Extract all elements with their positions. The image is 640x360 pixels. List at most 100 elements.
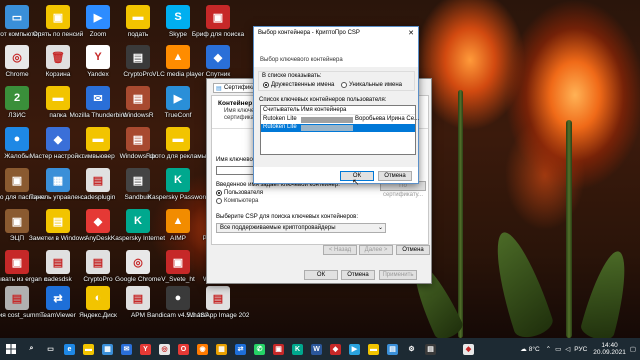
ok-properties-button[interactable]: ОК — [304, 270, 338, 280]
taskbar-chrome-icon[interactable]: ◎ — [155, 338, 174, 360]
language-indicator[interactable]: РУС — [574, 346, 587, 353]
dialog-titlebar: Выбор контейнера - КриптоПро CSP ✕ — [254, 27, 418, 39]
weather-text[interactable]: 8°C — [529, 346, 540, 353]
apply-button[interactable]: Применить — [379, 270, 417, 280]
paint-icon: ▣ — [273, 343, 284, 355]
desktop-icon-label: WhatsApp Image 2021... — [187, 312, 249, 319]
cancel-properties-button[interactable]: Отмена — [341, 270, 375, 280]
radio-unchecked-icon — [216, 198, 222, 204]
next-button[interactable]: Далее > — [359, 245, 393, 255]
notepad-icon: ▤ — [387, 343, 398, 355]
tray: ☁ 8°C ⌃ ▭ ◁ РУС 14:40 20.09.2021 ▢ — [520, 342, 640, 356]
desktop: ▭Этот компьютер◎Chrome2ЛЗИС●Жалобы▣фото … — [0, 0, 640, 338]
chevron-down-icon: ⌄ — [377, 225, 383, 231]
redacted-name-block — [301, 125, 353, 131]
firefox-icon: ◉ — [197, 343, 208, 355]
radio-unique-label: Уникальные имена — [349, 82, 403, 88]
taskbar-taskview-icon[interactable]: ▭ — [41, 338, 60, 360]
dialog-cancel-button[interactable]: Отмена — [378, 171, 412, 181]
radio-friendly-names[interactable]: Дружественные имена — [263, 82, 334, 88]
row-container-name: Воробьева Ирина Се... — [355, 116, 420, 122]
chevron-up-icon[interactable]: ⌃ — [546, 345, 551, 353]
taskbar-kaspersky-icon[interactable]: K — [288, 338, 307, 360]
taskbar-store-icon[interactable]: ▦ — [98, 338, 117, 360]
csp-select-value: Все поддерживаемые криптопровайдеры — [220, 225, 336, 231]
taskbar-yandex-icon[interactable]: Y — [136, 338, 155, 360]
dialog-title: Выбор контейнера - КриптоПро CSP — [258, 30, 360, 36]
desktop-icon-label: Бриф для поиска — [191, 31, 245, 38]
taskbar-opera-icon[interactable]: O — [174, 338, 193, 360]
weather-icon[interactable]: ☁ — [520, 345, 527, 353]
taskbar-settings-icon[interactable]: ⚙ — [402, 338, 421, 360]
app-icon: ▤ — [425, 343, 436, 355]
taskbar-search-icon[interactable]: ⌕ — [22, 338, 41, 360]
image-icon: ▤ — [206, 286, 230, 310]
show-group-box: В списке показывать: Дружественные имена… — [258, 71, 415, 91]
cancel-wizard-button[interactable]: Отмена — [396, 245, 430, 255]
container-list-label: Список ключевых контейнеров пользователя… — [259, 97, 387, 103]
clock-date: 20.09.2021 — [593, 349, 626, 356]
store-icon: ▦ — [102, 343, 113, 355]
taskbar-cryptopro-active-icon[interactable]: ◆ — [459, 338, 478, 360]
windows-icon[interactable] — [0, 338, 22, 360]
radio-checked-icon — [216, 190, 222, 196]
notification-icon[interactable]: ▢ — [630, 345, 636, 353]
radio-unchecked-icon — [341, 82, 347, 88]
close-icon[interactable]: ✕ — [408, 29, 414, 37]
pdf-icon: ▣ — [5, 250, 29, 274]
radio-user[interactable]: Пользователя — [216, 190, 263, 196]
volume-icon[interactable]: ◁ — [565, 345, 570, 353]
tulip-stem — [458, 90, 463, 338]
taskbar-teamviewer-icon[interactable]: ⇄ — [231, 338, 250, 360]
whatsapp-icon: ✆ — [254, 343, 265, 355]
taskbar-mosaic-icon[interactable]: ▦ — [212, 338, 231, 360]
table-row[interactable]: Rutoken Lite — [261, 124, 415, 132]
taskbar-notepad-icon[interactable]: ▤ — [383, 338, 402, 360]
teamviewer-icon: ⇄ — [235, 343, 246, 355]
taskbar: ⌕ ▭ e ▬ ▦ ✉ Y ◎ O ◉ ▦ ⇄ ✆ ▣ K W ◆ ▶ ▬ ▤ ⚙ ▤ ◆ ☁ 8°C ⌃ ▭ ◁ РУС … — [0, 338, 640, 360]
yandex-icon: Y — [140, 343, 151, 355]
word-icon: W — [311, 343, 322, 355]
column-reader[interactable]: Считыватель — [263, 107, 300, 113]
radio-user-label: Пользователя — [224, 190, 264, 196]
column-container-name[interactable]: Имя контейнера — [301, 107, 346, 113]
tulip-leaf — [578, 247, 636, 338]
dialog-subtitle: Выбор ключевого контейнера — [260, 57, 343, 63]
network-icon[interactable]: ▭ — [555, 345, 561, 353]
document-icon: ▣ — [5, 209, 29, 233]
explorer-icon: ▬ — [368, 343, 379, 355]
mosaic-icon: ▦ — [216, 343, 227, 355]
radio-friendly-label: Дружественные имена — [271, 82, 335, 88]
dialog-body: В списке показывать: Дружественные имена… — [254, 67, 419, 167]
taskbar-explorer-icon[interactable]: ▬ — [364, 338, 383, 360]
radio-computer[interactable]: Компьютера — [216, 198, 258, 204]
radio-unique-names[interactable]: Уникальные имена — [341, 82, 402, 88]
csp-select[interactable]: Все поддерживаемые криптопровайдеры ⌄ — [216, 223, 386, 233]
taskview-icon: ▭ — [45, 343, 56, 355]
cryptopro-active-icon: ◆ — [463, 343, 474, 355]
search-icon: ⌕ — [26, 343, 37, 355]
desktop-icon[interactable]: ▣ Бриф для поиска — [187, 5, 249, 38]
taskbar-apps: ⌕ ▭ e ▬ ▦ ✉ Y ◎ O ◉ ▦ ⇄ ✆ ▣ K W ◆ ▶ ▬ ▤ ⚙ ▤ ◆ — [22, 338, 478, 360]
csp-label: Выберите CSP для поиска ключевых контейн… — [216, 214, 358, 220]
taskbar-word-icon[interactable]: W — [307, 338, 326, 360]
taskbar-edge-icon[interactable]: e — [60, 338, 79, 360]
radio-computer-label: Компьютера — [224, 198, 259, 204]
chrome-icon: ◎ — [159, 343, 170, 355]
taskbar-paint-icon[interactable]: ▣ — [269, 338, 288, 360]
taskbar-telegram-icon[interactable]: ▶ — [345, 338, 364, 360]
taskbar-firefox-icon[interactable]: ◉ — [193, 338, 212, 360]
taskbar-cryptopro-icon[interactable]: ◆ — [326, 338, 345, 360]
taskbar-app-icon[interactable]: ▤ — [421, 338, 440, 360]
clock[interactable]: 14:40 20.09.2021 — [593, 342, 626, 356]
radio-checked-icon — [263, 82, 269, 88]
table-row[interactable]: Rutoken Lite Воробьева Ирина Се... — [261, 116, 419, 124]
taskbar-mail-icon[interactable]: ✉ — [117, 338, 136, 360]
taskbar-explorer-icon[interactable]: ▬ — [79, 338, 98, 360]
desktop-icon[interactable]: ◆ Спутник — [187, 45, 249, 78]
back-button[interactable]: < Назад — [323, 245, 357, 255]
desktop-icon[interactable]: ▤ WhatsApp Image 2021... — [187, 286, 249, 319]
show-group-label: В списке показывать: — [262, 73, 322, 79]
taskbar-whatsapp-icon[interactable]: ✆ — [250, 338, 269, 360]
container-list[interactable]: Считыватель Имя контейнера Rutoken Lite В… — [260, 105, 419, 155]
